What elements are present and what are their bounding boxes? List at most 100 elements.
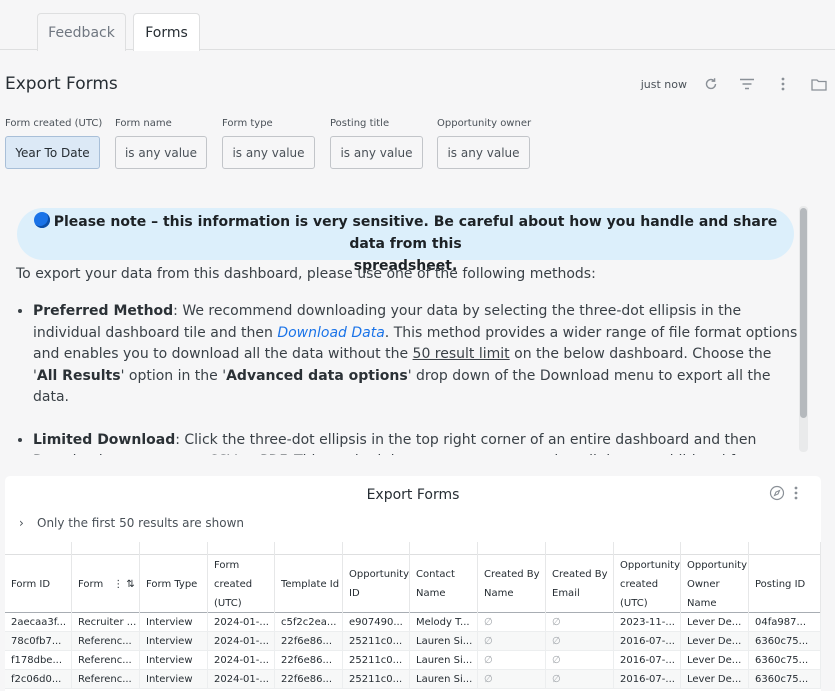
column-header[interactable]: Created By Email (546, 555, 614, 613)
filter-posting-title-button[interactable]: is any value (330, 136, 423, 169)
blue-circle-icon (33, 212, 50, 228)
tab-bar: Feedback Forms (0, 0, 835, 51)
filter-form-type-button[interactable]: is any value (222, 136, 315, 169)
column-group-row (5, 542, 821, 555)
table-cell: 2016-07-... (614, 670, 681, 689)
table-cell: 2aecaa3f... (5, 613, 72, 632)
tile-title: Export Forms (366, 487, 460, 503)
tab-forms[interactable]: Forms (133, 13, 200, 51)
table-cell: ∅ (546, 670, 614, 689)
tile-more-options-icon[interactable] (794, 485, 806, 501)
filter-label: Posting title (330, 118, 390, 129)
table-cell: e907490... (343, 613, 410, 632)
instructions-scroll-thumb[interactable] (800, 208, 807, 418)
table-cell: 6360c75... (749, 651, 821, 670)
table-cell: Lever De... (681, 670, 749, 689)
column-group-cell (478, 542, 546, 555)
table-cell: ∅ (478, 670, 546, 689)
column-header[interactable]: Template Id (275, 555, 343, 613)
column-header-label: Created By Email (552, 569, 608, 599)
table-cell: ∅ (546, 632, 614, 651)
table-cell: 04fa987... (749, 613, 821, 632)
column-group-cell (614, 542, 681, 555)
table-cell: Interview (140, 632, 208, 651)
table-row[interactable]: 2aecaa3f... Recruiter ... Interview 2024-01… (5, 613, 821, 632)
column-header[interactable]: Posting ID (749, 555, 821, 613)
filter-form-created-button[interactable]: Year To Date (5, 136, 100, 169)
table-cell: Lever De... (681, 613, 749, 632)
instructions-tile: Please note – this information is very s… (0, 200, 812, 455)
notice-line-1: Please note – this information is very s… (53, 214, 778, 252)
filter-form-name-button[interactable]: is any value (115, 136, 207, 169)
table-body: 2aecaa3f... Recruiter ... Interview 2024-01… (5, 613, 821, 689)
table-cell: ∅ (546, 613, 614, 632)
table-cell: 6360c75... (749, 670, 821, 689)
column-header[interactable]: Form ⋮ ⇅ (72, 555, 140, 613)
row-limit-notice[interactable]: › Only the first 50 results are shown (19, 516, 244, 530)
column-header[interactable]: Form created (UTC) (208, 555, 275, 613)
explore-compass-icon[interactable] (769, 485, 785, 501)
table-cell: 25211c0... (343, 632, 410, 651)
table-cell: Referenc... (72, 632, 140, 651)
column-group-cell (749, 542, 821, 555)
chevron-right-icon[interactable]: › (19, 516, 33, 530)
table-cell: Referenc... (72, 670, 140, 689)
filter-icon[interactable] (737, 74, 757, 94)
dashboard-title: Export Forms (5, 74, 118, 94)
filter-form-type: Form type is any value (222, 118, 315, 169)
column-header[interactable]: Opportunity Owner Name (681, 555, 749, 613)
table-cell: ∅ (478, 613, 546, 632)
filter-form-name: Form name is any value (115, 118, 207, 169)
result-limit-text: 50 result limit (412, 346, 510, 362)
preferred-label: Preferred Method (33, 303, 174, 319)
column-header[interactable]: Opportunity ID (343, 555, 410, 613)
column-header[interactable]: Contact Name (410, 555, 478, 613)
column-group-cell (275, 542, 343, 555)
column-header[interactable]: Opportunity created (UTC) (614, 555, 681, 613)
table-cell: Lauren Si... (410, 670, 478, 689)
column-menu-sort-icon[interactable]: ⋮ ⇅ (113, 575, 135, 594)
column-header-label: Contact Name (416, 569, 455, 599)
all-results-text: All Results (36, 367, 121, 384)
table-cell: Melody T... (410, 613, 478, 632)
table-row[interactable]: f178dbe... Referenc... Interview 2024-01-..… (5, 651, 821, 670)
last-run-label: just now (640, 77, 687, 91)
column-header-label: Created By Name (484, 569, 540, 599)
filter-label: Form name (115, 118, 172, 129)
filter-label: Form type (222, 118, 273, 129)
refresh-icon[interactable] (701, 74, 721, 94)
column-header-label: Opportunity Owner Name (687, 559, 748, 609)
table-cell: Lauren Si... (410, 632, 478, 651)
column-group-cell (140, 542, 208, 555)
filter-opportunity-owner-button[interactable]: is any value (437, 136, 530, 169)
dashboard-controls: just now (641, 74, 829, 94)
column-header-label: Opportunity created (UTC) (620, 559, 681, 609)
column-header[interactable]: Created By Name (478, 555, 546, 613)
column-header[interactable]: Form ID (5, 555, 72, 613)
export-forms-tile: Export Forms › Only the first 50 results… (5, 476, 821, 691)
table-cell: f178dbe... (5, 651, 72, 670)
column-group-cell (343, 542, 410, 555)
table-cell: 22f6e86... (275, 651, 343, 670)
table-row[interactable]: 78c0fb7... Referenc... Interview 2024-01-..… (5, 632, 821, 651)
folder-icon[interactable] (809, 74, 829, 94)
list-item-preferred: Preferred Method: We recommend downloadi… (33, 301, 798, 409)
column-header-label: Form ID (11, 578, 51, 590)
table-cell: 2024-01-... (208, 651, 275, 670)
table-cell: 2024-01-... (208, 670, 275, 689)
table-row[interactable]: f2c06d0... Referenc... Interview 2024-01-..… (5, 670, 821, 689)
table-cell: 22f6e86... (275, 632, 343, 651)
download-data-link[interactable]: Download Data (277, 325, 384, 341)
filter-opportunity-owner: Opportunity owner is any value (437, 118, 531, 169)
column-header-label: Form (78, 578, 104, 590)
column-header[interactable]: Form Type (140, 555, 208, 613)
tab-feedback[interactable]: Feedback (37, 13, 126, 51)
list-item-limited: Limited Download: Click the three-dot el… (33, 430, 798, 456)
more-options-icon[interactable] (773, 74, 793, 94)
table-cell: 78c0fb7... (5, 632, 72, 651)
table-cell: Interview (140, 670, 208, 689)
data-table: Form ID Form ⋮ ⇅ Form Type Form created (UTC… (5, 542, 821, 689)
table-cell: Lever De... (681, 632, 749, 651)
table-cell: Interview (140, 613, 208, 632)
filter-label: Opportunity owner (437, 118, 532, 129)
